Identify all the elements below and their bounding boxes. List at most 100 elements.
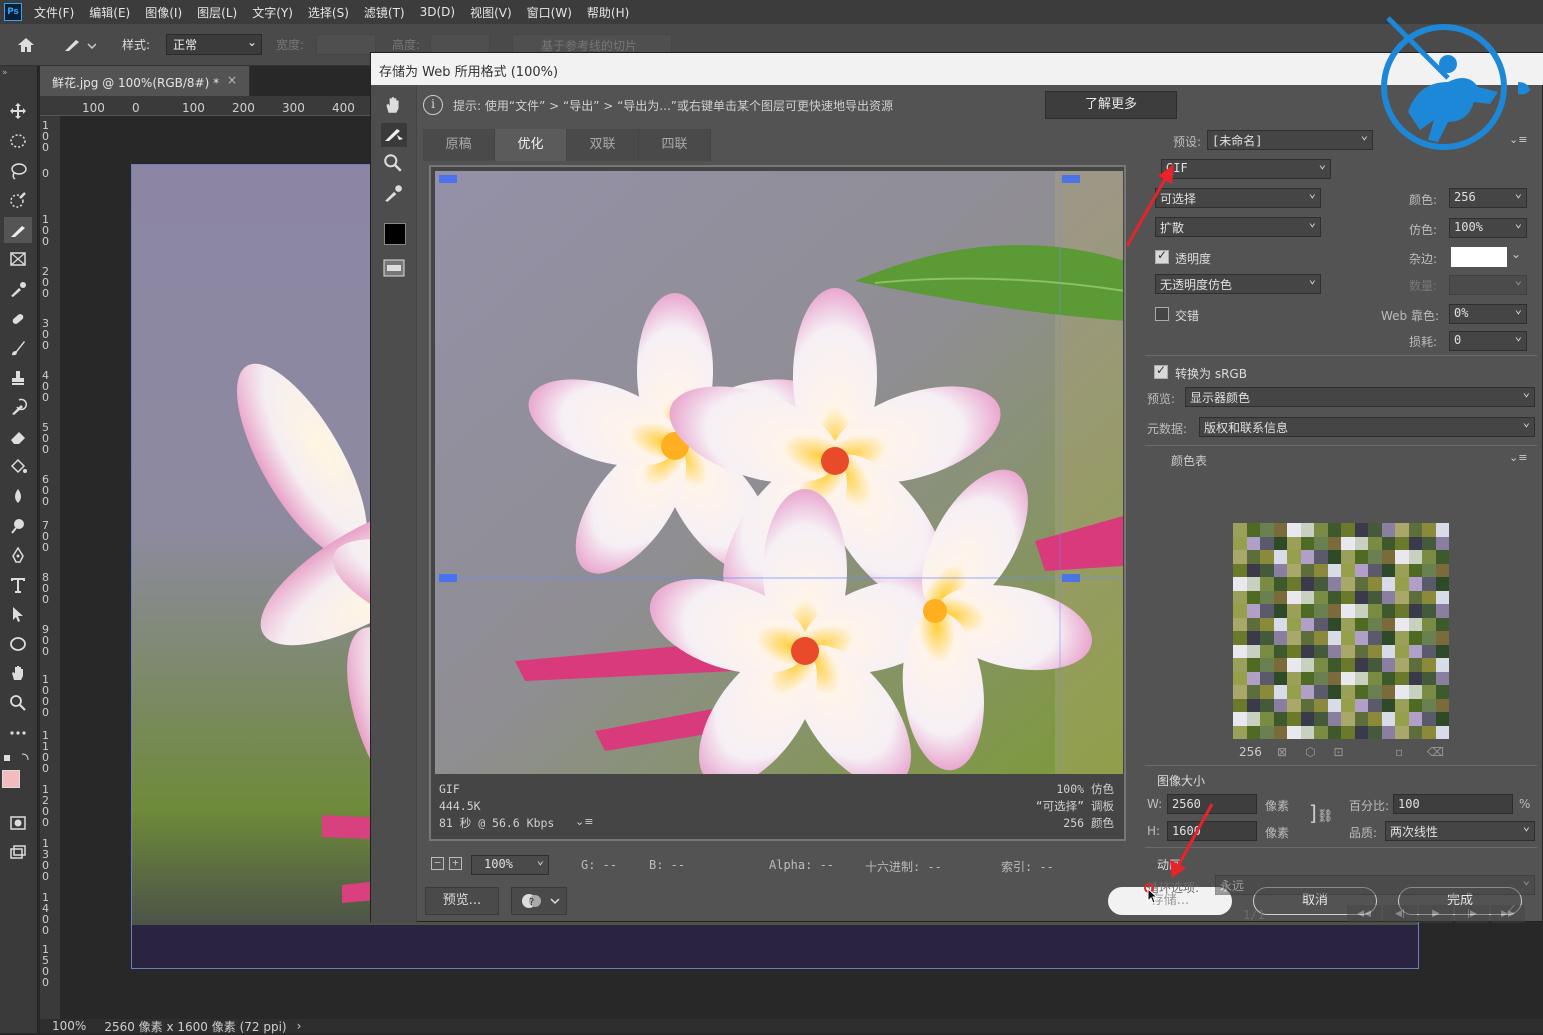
color-swatch[interactable] (1368, 577, 1382, 591)
color-swatch[interactable] (1273, 536, 1287, 550)
color-swatch[interactable] (1300, 644, 1314, 658)
lasso-tool-icon[interactable] (4, 158, 32, 184)
healing-brush-tool-icon[interactable] (4, 306, 32, 332)
eyedropper-tool-icon[interactable] (4, 276, 32, 302)
screen-mode-icon[interactable] (4, 839, 32, 865)
color-swatch[interactable] (1273, 725, 1287, 739)
color-swatch[interactable] (1246, 671, 1260, 685)
menu-edit[interactable]: 编辑(E) (89, 4, 130, 21)
color-swatch[interactable] (1341, 671, 1355, 685)
pen-tool-icon[interactable] (4, 542, 32, 568)
transparency-dither-select[interactable]: 无透明度仿色 (1155, 272, 1321, 294)
zoom-tool-icon[interactable] (4, 690, 32, 716)
color-swatch[interactable] (1273, 590, 1287, 604)
dither-amount-select[interactable]: 100% (1449, 216, 1527, 238)
color-swatch[interactable] (1422, 617, 1436, 631)
color-swatch[interactable] (1246, 536, 1260, 550)
color-swatch[interactable] (1300, 698, 1314, 712)
color-swatch[interactable] (1287, 698, 1301, 712)
percent-input[interactable]: 100 (1393, 794, 1513, 814)
document-tab[interactable]: 鲜花.jpg @ 100%(RGB/8#) * × (40, 66, 250, 96)
color-swatch[interactable] (1422, 698, 1436, 712)
color-swatch[interactable] (1381, 550, 1395, 564)
color-swatch[interactable] (1435, 725, 1449, 739)
color-swatch[interactable] (1408, 712, 1422, 726)
color-swatch[interactable] (1327, 590, 1341, 604)
color-swatch[interactable] (1327, 617, 1341, 631)
clone-stamp-tool-icon[interactable] (4, 365, 32, 391)
color-swatch[interactable] (1408, 685, 1422, 699)
color-swatch[interactable] (1341, 536, 1355, 550)
download-speed-menu-icon[interactable]: ⌄≡ (575, 815, 593, 828)
preset-select[interactable]: [未命名] (1207, 128, 1373, 150)
color-swatch[interactable] (1260, 590, 1274, 604)
horizontal-ruler[interactable]: 100 0 100 200 300 400 (40, 96, 380, 116)
color-swatch[interactable] (1381, 590, 1395, 604)
color-swatch[interactable] (1260, 671, 1274, 685)
color-swatch[interactable] (1354, 698, 1368, 712)
color-swatch[interactable] (1287, 604, 1301, 618)
color-swatch[interactable] (1327, 712, 1341, 726)
color-swatch[interactable] (1422, 550, 1436, 564)
preview-color-select[interactable]: 显示器颜色 (1185, 385, 1535, 407)
color-swatch[interactable] (1246, 563, 1260, 577)
color-swatch[interactable] (1246, 685, 1260, 699)
menu-window[interactable]: 窗口(W) (527, 4, 572, 21)
menu-layer[interactable]: 图层(L) (197, 4, 237, 21)
color-swatch[interactable] (1435, 644, 1449, 658)
color-swatch[interactable] (1381, 712, 1395, 726)
color-swatch[interactable] (1341, 725, 1355, 739)
lossy-select[interactable]: 0 (1449, 329, 1527, 351)
color-swatch[interactable] (1287, 536, 1301, 550)
color-swatch[interactable] (1327, 523, 1341, 537)
color-swatch[interactable] (1327, 658, 1341, 672)
hand-tool-icon[interactable] (4, 660, 32, 686)
type-tool-icon[interactable] (4, 572, 32, 598)
color-swatch[interactable] (1314, 536, 1328, 550)
transparency-checkbox[interactable] (1155, 248, 1169, 264)
color-swatch[interactable] (1381, 725, 1395, 739)
color-swatch[interactable] (1246, 658, 1260, 672)
color-swatch[interactable] (1368, 604, 1382, 618)
color-swatch[interactable] (1408, 631, 1422, 645)
color-swatch[interactable] (1381, 644, 1395, 658)
color-swatch[interactable] (1327, 698, 1341, 712)
color-swatch[interactable] (1287, 658, 1301, 672)
web-shift-icon[interactable]: ⬡ (1305, 745, 1333, 759)
color-table-grid[interactable] (1233, 523, 1449, 739)
color-swatch[interactable] (1341, 523, 1355, 537)
eyedropper-color-swatch[interactable] (384, 223, 406, 245)
color-swatch[interactable] (1408, 590, 1422, 604)
color-swatch[interactable] (1381, 658, 1395, 672)
color-swatch[interactable] (1260, 563, 1274, 577)
color-swatch[interactable] (1408, 671, 1422, 685)
color-swatch[interactable] (1260, 685, 1274, 699)
color-swatch[interactable] (1273, 712, 1287, 726)
color-swatch[interactable] (1422, 604, 1436, 618)
matte-color-swatch[interactable] (1451, 247, 1507, 267)
color-swatch[interactable] (1314, 604, 1328, 618)
color-swatch[interactable] (1314, 725, 1328, 739)
color-swatch[interactable] (1354, 671, 1368, 685)
color-swatch[interactable] (1260, 523, 1274, 537)
web-snap-select[interactable]: 0% (1449, 302, 1527, 324)
color-swatch[interactable] (1246, 550, 1260, 564)
tab-optimized[interactable]: 优化 (495, 129, 567, 161)
color-swatch[interactable] (1233, 604, 1247, 618)
color-swatch[interactable] (1435, 712, 1449, 726)
constrain-proportions-icon[interactable]: ]⛓ (1309, 801, 1333, 825)
color-swatch[interactable] (1408, 523, 1422, 537)
browser-select[interactable]: ? (511, 887, 567, 915)
color-swatch[interactable] (1260, 698, 1274, 712)
color-swatch[interactable] (1354, 617, 1368, 631)
color-swatch[interactable] (1395, 550, 1409, 564)
color-swatch[interactable] (1233, 563, 1247, 577)
color-swatch[interactable] (1408, 658, 1422, 672)
toggle-slices-visibility-icon[interactable] (383, 259, 405, 280)
dodge-tool-icon[interactable] (4, 513, 32, 539)
color-swatch[interactable] (1314, 685, 1328, 699)
color-swatch[interactable] (1341, 617, 1355, 631)
color-swatch[interactable] (1327, 685, 1341, 699)
color-swatch[interactable] (1408, 698, 1422, 712)
color-swatch[interactable] (1273, 685, 1287, 699)
